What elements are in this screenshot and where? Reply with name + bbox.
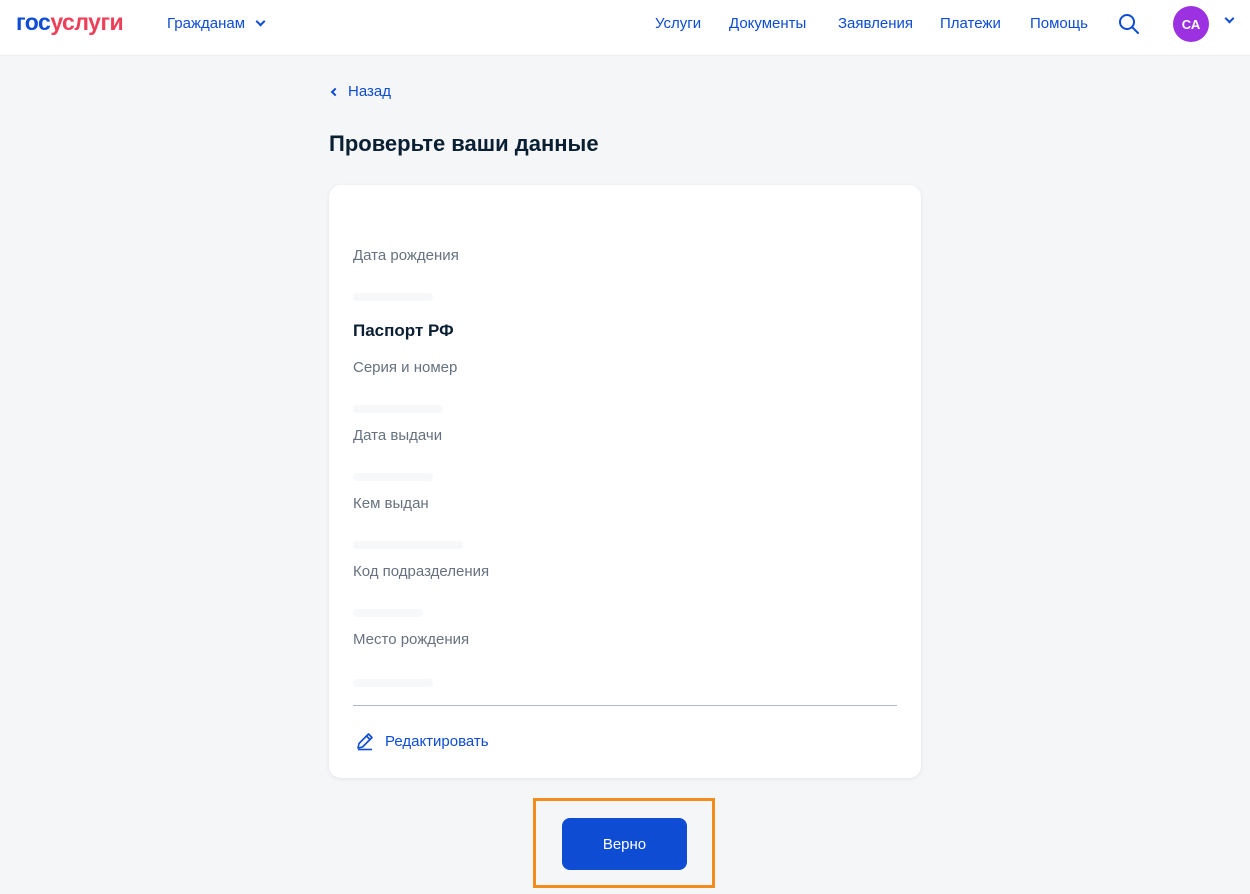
logo-part-gos: гос [16,9,51,35]
nav-payments[interactable]: Платежи [940,15,1001,32]
chevron-left-icon [330,87,340,96]
pencil-icon [357,733,373,751]
back-link[interactable]: Назад [329,83,391,100]
nav-help[interactable]: Помощь [1030,15,1088,32]
issued-by-label: Кем выдан [353,495,429,512]
edit-button[interactable]: Редактировать [355,731,489,751]
division-code-value [353,609,423,617]
passport-number-value [353,405,443,413]
search-icon[interactable] [1118,13,1140,35]
nav-services[interactable]: Услуги [655,15,701,32]
avatar-initials: СА [1181,16,1201,32]
logo-part-uslugi: услуги [50,9,124,35]
issued-by-value [353,541,463,549]
avatar[interactable]: СА [1173,6,1209,42]
data-card: Дата рождения Паспорт РФ Серия и номер Д… [329,185,921,778]
passport-number-label: Серия и номер [353,359,458,376]
top-header: госуслуги Гражданам Услуги Документы Зая… [0,0,1250,56]
divider [353,705,897,706]
birth-place-label: Место рождения [353,631,470,648]
birth-date-value [353,293,433,301]
confirm-button[interactable]: Верно [562,818,687,870]
birth-place-value [353,679,433,687]
issue-date-value [353,473,433,481]
audience-dropdown[interactable]: Гражданам [167,15,266,32]
gosuslugi-logo[interactable]: госуслуги [16,9,124,36]
edit-label: Редактировать [385,732,489,750]
division-code-label: Код подразделения [353,563,490,580]
passport-section-title: Паспорт РФ [353,321,454,340]
nav-documents[interactable]: Документы [729,15,806,32]
issue-date-label: Дата выдачи [353,427,443,444]
page-title: Проверьте ваши данные [329,131,599,156]
nav-applications[interactable]: Заявления [838,15,913,32]
chevron-down-icon[interactable] [1224,13,1235,24]
birth-date-label: Дата рождения [353,247,459,264]
chevron-down-icon [255,16,266,27]
audience-label: Гражданам [167,15,246,32]
back-label: Назад [348,83,391,100]
